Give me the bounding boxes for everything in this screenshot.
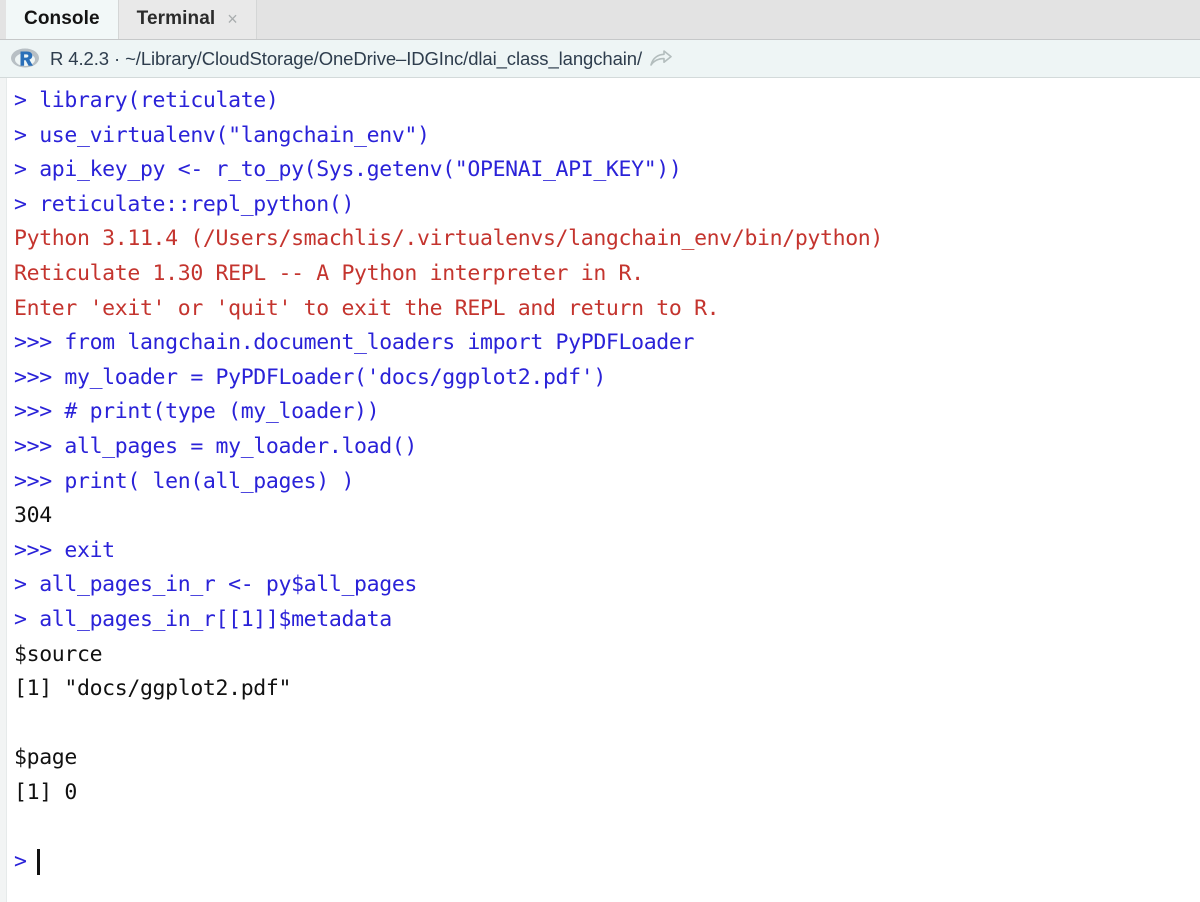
console-line: Reticulate 1.30 REPL -- A Python interpr… — [14, 260, 644, 286]
console-line: Enter 'exit' or 'quit' to exit the REPL … — [14, 295, 720, 321]
close-icon[interactable]: × — [227, 10, 238, 28]
rstudio-console-window: Console Terminal × R 4.2.3 · ~/Library/C… — [0, 0, 1200, 902]
console-line: $page — [14, 745, 77, 771]
console-line: > all_pages_in_r <- py$all_pages — [14, 572, 418, 598]
console-line: >>> print( len(all_pages) ) — [14, 468, 355, 494]
console-line: >>> exit — [14, 537, 115, 563]
tab-bar: Console Terminal × — [0, 0, 1200, 40]
console-line: > api_key_py <- r_to_py(Sys.getenv("OPEN… — [14, 157, 682, 183]
console-line: 304 — [14, 503, 52, 529]
working-directory-label: R 4.2.3 · ~/Library/CloudStorage/OneDriv… — [50, 47, 642, 69]
console-prompt-symbol: > — [14, 849, 27, 875]
console-line: > use_virtualenv("langchain_env") — [14, 122, 430, 148]
console-line: $source — [14, 641, 103, 667]
console-line: >>> from langchain.document_loaders impo… — [14, 330, 695, 356]
console-path-bar: R 4.2.3 · ~/Library/CloudStorage/OneDriv… — [0, 40, 1200, 78]
console-line-list: > library(reticulate) > use_virtualenv("l… — [0, 84, 1200, 880]
console-line: > reticulate::repl_python() — [14, 191, 355, 217]
tab-console-label: Console — [24, 8, 100, 29]
console-input-line[interactable]: > — [14, 845, 1192, 880]
tab-terminal[interactable]: Terminal × — [117, 0, 257, 39]
console-line: > all_pages_in_r[[1]]$metadata — [14, 606, 392, 632]
console-line: > library(reticulate) — [14, 88, 279, 113]
r-logo-icon — [10, 47, 40, 71]
console-line: >>> all_pages = my_loader.load() — [14, 433, 418, 459]
console-line: [1] "docs/ggplot2.pdf" — [14, 676, 292, 702]
console-output-pane[interactable]: > library(reticulate) > use_virtualenv("l… — [0, 78, 1200, 902]
console-line: Python 3.11.4 (/Users/smachlis/.virtuale… — [14, 226, 883, 252]
tab-terminal-label: Terminal — [136, 8, 216, 29]
console-line: >>> # print(type (my_loader)) — [14, 399, 380, 425]
text-caret — [36, 849, 40, 876]
share-arrow-icon[interactable] — [650, 49, 672, 68]
console-line: >>> my_loader = PyPDFLoader('docs/ggplot… — [14, 364, 606, 390]
tab-console[interactable]: Console — [6, 0, 118, 39]
console-line: [1] 0 — [14, 779, 77, 805]
